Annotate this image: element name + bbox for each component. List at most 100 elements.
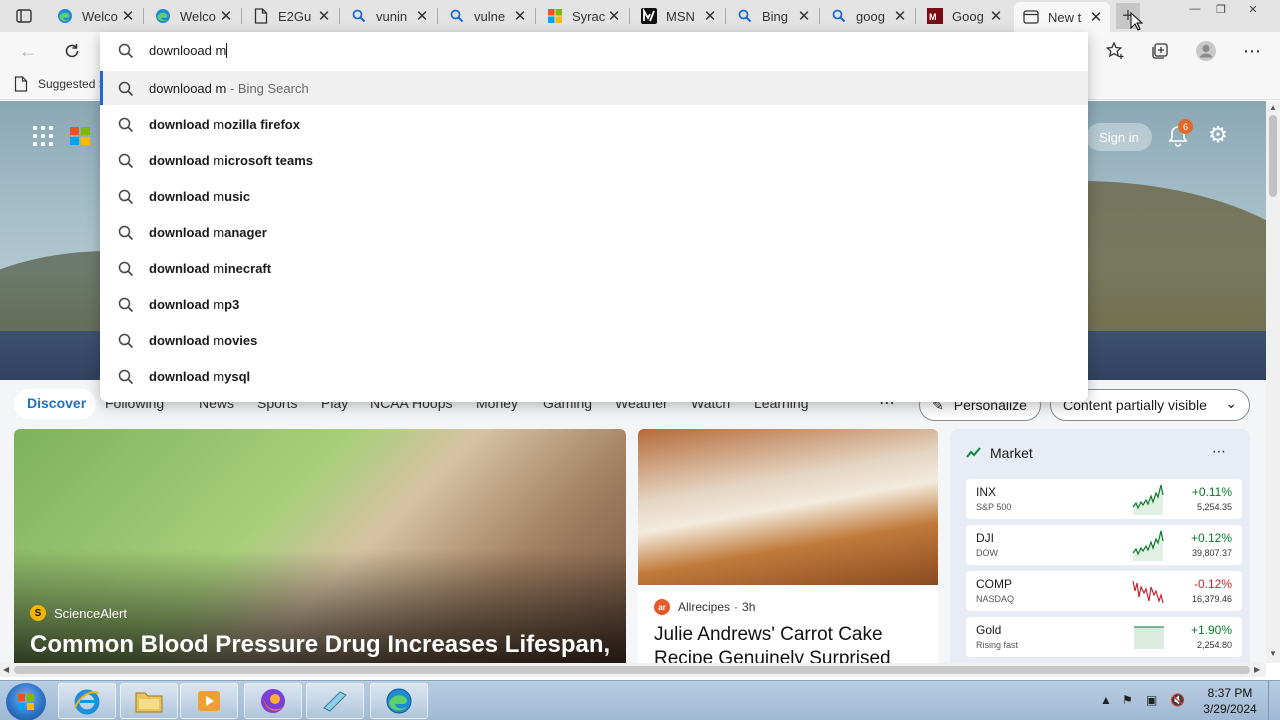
tab-close-icon[interactable]: ✕ xyxy=(796,8,812,25)
address-bar-input[interactable]: downlooad m xyxy=(100,32,1088,70)
address-suggestion[interactable]: download manager xyxy=(100,215,1088,249)
network-icon[interactable]: ▣ xyxy=(1146,693,1157,707)
restore-icon: ❐ xyxy=(1216,3,1226,16)
action-center-flag-icon[interactable]: ⚑ xyxy=(1122,693,1133,707)
horizontal-scrollbar[interactable]: ◀ ▶ xyxy=(0,663,1266,677)
tab-close-icon[interactable]: ✕ xyxy=(1088,9,1104,26)
taskbar-notepad[interactable] xyxy=(306,683,364,719)
taskbar-edge[interactable] xyxy=(370,683,428,719)
suggestion-text: download minecraft xyxy=(149,261,272,276)
browser-tab[interactable]: vunin ✕ xyxy=(342,2,436,30)
market-more-icon[interactable]: ⋯ xyxy=(1212,443,1226,460)
avatar-icon xyxy=(1196,41,1216,61)
favorite-suggested-sites[interactable]: Suggested S xyxy=(14,76,107,92)
news-card-blood-pressure[interactable]: S ScienceAlert Common Blood Pressure Dru… xyxy=(14,429,626,663)
address-suggestion[interactable]: download mozilla firefox xyxy=(100,107,1088,141)
tab-close-icon[interactable]: ✕ xyxy=(988,8,1004,25)
tab-title: Bing xyxy=(762,8,789,24)
address-suggestion[interactable]: download mp3 xyxy=(100,287,1088,321)
scroll-thumb[interactable] xyxy=(1269,115,1277,197)
microsoft-logo xyxy=(70,127,92,145)
card-headline[interactable]: Common Blood Pressure Drug Increases Lif… xyxy=(30,631,610,659)
refresh-button[interactable] xyxy=(58,38,86,64)
stock-row-dji[interactable]: DJI DOW +0.12% 39,807.37 xyxy=(966,525,1242,565)
browser-tab[interactable]: vulne ✕ xyxy=(440,2,534,30)
show-desktop-button[interactable] xyxy=(1268,681,1280,720)
tab-title: goog xyxy=(856,8,885,24)
scroll-down-icon[interactable]: ▼ xyxy=(1269,649,1277,658)
address-suggestion[interactable]: download mysql xyxy=(100,359,1088,393)
folder-icon xyxy=(135,692,163,713)
scroll-thumb[interactable] xyxy=(14,666,1250,674)
suggestion-text: download mozilla firefox xyxy=(149,117,300,132)
taskbar-file-explorer[interactable] xyxy=(120,683,178,719)
page-settings-gear-icon[interactable]: ⚙ xyxy=(1206,122,1230,147)
sparkline-chart xyxy=(1132,575,1166,607)
stock-row-comp[interactable]: COMP NASDAQ -0.12% 16,379.46 xyxy=(966,571,1242,611)
tab-close-icon[interactable]: ✕ xyxy=(512,8,528,25)
stock-row-inx[interactable]: INX S&P 500 +0.11% 5,254.35 xyxy=(966,479,1242,519)
scroll-up-icon[interactable]: ▲ xyxy=(1269,103,1277,112)
address-suggestion[interactable]: download minecraft xyxy=(100,251,1088,285)
address-suggestion[interactable]: download movies xyxy=(100,323,1088,357)
address-suggestion[interactable]: downlooad m - Bing Search xyxy=(100,71,1088,105)
search-icon xyxy=(118,81,134,102)
msn-icon xyxy=(640,7,658,25)
tab-actions-button[interactable] xyxy=(8,6,40,26)
collections-button[interactable] xyxy=(1146,38,1174,64)
browser-tab[interactable]: Welco ✕ xyxy=(146,2,240,30)
tab-close-icon[interactable]: ✕ xyxy=(316,8,332,25)
restore-button[interactable]: ❐ xyxy=(1210,2,1232,16)
browser-tab[interactable]: E2Gu ✕ xyxy=(244,2,338,30)
clock-time: 8:37 PM xyxy=(1207,686,1253,700)
scroll-left-icon[interactable]: ◀ xyxy=(3,665,9,674)
nav-tab-discover[interactable]: Discover xyxy=(27,395,86,411)
search-icon xyxy=(118,225,134,246)
suggestion-text: download mp3 xyxy=(149,297,240,312)
tab-close-icon[interactable]: ✕ xyxy=(606,8,622,25)
browser-tab[interactable]: Bing ✕ xyxy=(728,2,818,30)
stock-name: DOW xyxy=(976,548,998,558)
tray-overflow-icon[interactable]: ▲ xyxy=(1100,693,1112,707)
tab-close-icon[interactable]: ✕ xyxy=(702,8,718,25)
browser-tab[interactable]: MSN ✕ xyxy=(632,2,724,30)
minimize-button[interactable]: — xyxy=(1184,2,1206,16)
address-suggestion[interactable]: download microsoft teams xyxy=(100,143,1088,177)
browser-tab[interactable]: New t ✕ xyxy=(1014,2,1110,32)
sparkline-chart xyxy=(1132,621,1166,653)
browser-tab[interactable]: M Goog ✕ xyxy=(918,2,1010,30)
tab-close-icon[interactable]: ✕ xyxy=(120,8,136,25)
address-bar-dropdown: downlooad m downlooad m - Bing Search dow… xyxy=(100,32,1088,402)
sign-in-button[interactable]: Sign in xyxy=(1086,123,1152,151)
news-card-carrot-cake[interactable]: ar Allrecipes · 3h Julie Andrews' Carrot… xyxy=(638,429,938,663)
close-window-button[interactable]: ✕ xyxy=(1242,2,1264,16)
app-launcher-icon[interactable] xyxy=(33,126,53,146)
windows-taskbar: ▲ ⚑ ▣ 🔇 8:37 PM 3/29/2024 xyxy=(0,680,1280,720)
taskbar-firefox[interactable] xyxy=(244,683,302,719)
stock-row-gold[interactable]: Gold Rising fast +1.90% 2,254.80 xyxy=(966,617,1242,657)
taskbar-internet-explorer[interactable] xyxy=(58,683,116,719)
browser-tab[interactable]: goog ✕ xyxy=(822,2,914,30)
favorites-button[interactable] xyxy=(1102,38,1130,64)
start-button[interactable] xyxy=(6,683,46,720)
browser-tab[interactable]: Syrac ✕ xyxy=(538,2,628,30)
taskbar-media-player[interactable] xyxy=(180,683,238,719)
scroll-right-icon[interactable]: ▶ xyxy=(1254,665,1260,674)
tab-title: New t xyxy=(1048,9,1082,25)
browser-tab[interactable]: Welco ✕ xyxy=(48,2,142,30)
volume-muted-icon[interactable]: 🔇 xyxy=(1170,693,1185,707)
vertical-scrollbar[interactable]: ▲ ▼ xyxy=(1266,101,1280,663)
tab-close-icon[interactable]: ✕ xyxy=(414,8,430,25)
tab-close-icon[interactable]: ✕ xyxy=(892,8,908,25)
favorite-label: Suggested S xyxy=(38,77,107,91)
search-icon xyxy=(118,117,134,138)
profile-button[interactable] xyxy=(1192,38,1220,64)
card-headline[interactable]: Julie Andrews' Carrot Cake Recipe Genuin… xyxy=(654,623,924,663)
suggestion-text: download manager xyxy=(149,225,267,240)
back-button[interactable]: ← xyxy=(14,38,42,64)
tab-close-icon[interactable]: ✕ xyxy=(218,8,234,25)
taskbar-clock[interactable]: 8:37 PM 3/29/2024 xyxy=(1196,685,1264,717)
address-suggestion[interactable]: download music xyxy=(100,179,1088,213)
settings-and-more-button[interactable]: ⋯ xyxy=(1238,38,1266,64)
minimize-icon: — xyxy=(1189,3,1201,15)
